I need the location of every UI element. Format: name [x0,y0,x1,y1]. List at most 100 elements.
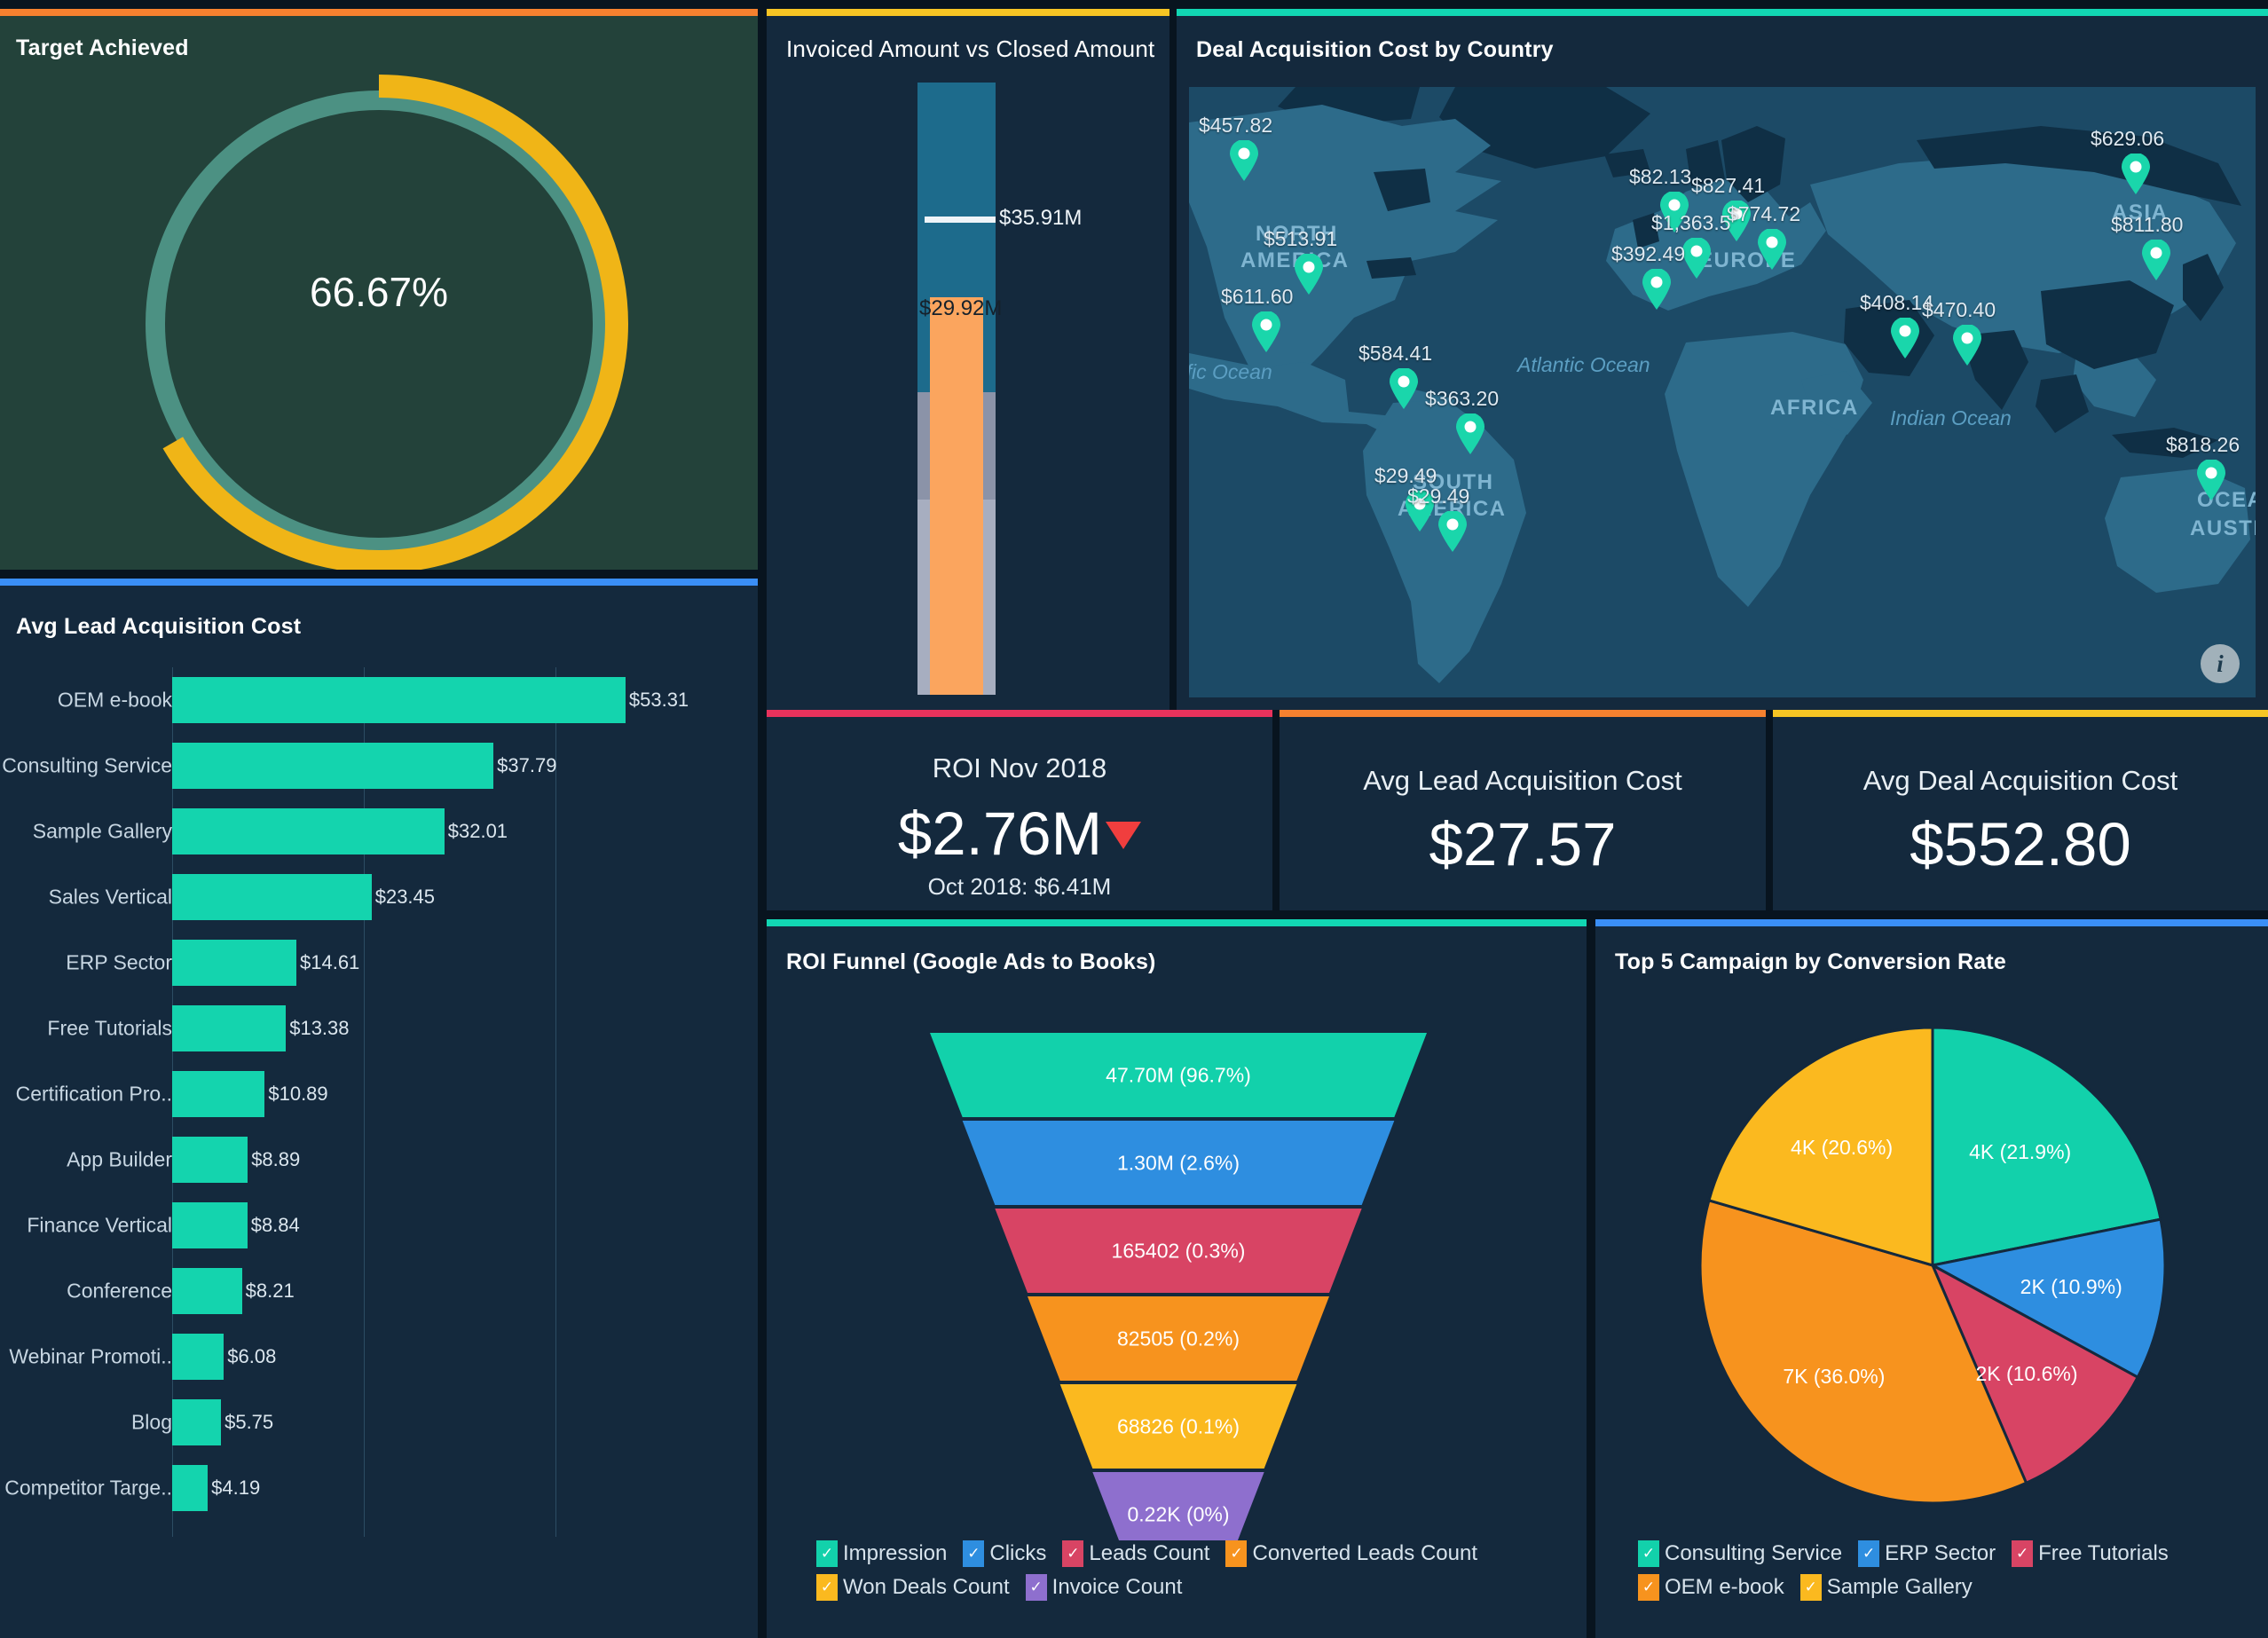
legend-label: OEM e-book [1665,1575,1784,1599]
gauge-progress-arc [130,75,628,573]
bar-rect[interactable] [172,1071,265,1117]
map-pin-icon[interactable] [1389,367,1419,409]
legend-checkbox[interactable]: ✓ [1799,1574,1822,1601]
pie-chart [1698,1026,2167,1505]
legend-item[interactable]: ✓ Invoice Count [1025,1574,1182,1601]
legend-item[interactable]: ✓ Free Tutorials [2012,1540,2169,1567]
pie-legend[interactable]: ✓ Consulting Service ✓ ERP Sector ✓ Free Tuto… [1638,1540,2259,1608]
gauge-value-label: 66.67% [309,269,448,315]
bar-category-label: Competitor Targe.. [4,1476,172,1500]
legend-checkbox[interactable]: ✓ [1025,1574,1047,1601]
kpi-value-adac: $552.80 [1910,810,2131,878]
bar-rect[interactable] [172,677,626,723]
bar-row[interactable]: Sales Vertical $23.45 [0,864,758,930]
bar-category-label: OEM e-book [57,688,172,712]
legend-label: Clicks [989,1541,1047,1565]
map-pin-icon[interactable] [1952,324,1982,366]
bar-value-label: $37.79 [497,754,557,776]
funnel-segment-label: 82505 (0.2%) [1117,1327,1240,1351]
panel-avg-lead-acq-cost-bar[interactable]: Avg Lead Acquisition Cost OEM e-book $53.… [0,579,758,1638]
legend-item[interactable]: ✓ Won Deals Count [816,1574,1010,1601]
bar-row[interactable]: Consulting Service $37.79 [0,733,758,799]
bar-rect[interactable] [172,808,445,854]
bar-row[interactable]: Sample Gallery $32.01 [0,799,758,864]
bar-rect[interactable] [172,1399,222,1445]
panel-deal-acq-cost-by-country[interactable]: Deal Acquisition Cost by Country Atlanti… [1177,9,2268,710]
legend-label: Consulting Service [1665,1541,1843,1565]
legend-item[interactable]: ✓ Consulting Service [1638,1540,1842,1567]
bar-row[interactable]: App Builder $8.89 [0,1127,758,1193]
map-pin-icon[interactable] [1642,268,1672,310]
legend-item[interactable]: ✓ Leads Count [1062,1540,1209,1567]
map-pin-icon[interactable] [1229,139,1259,181]
bar-row[interactable]: ERP Sector $14.61 [0,930,758,996]
legend-checkbox[interactable]: ✓ [1638,1574,1659,1601]
funnel-segment-label: 165402 (0.3%) [1112,1240,1246,1263]
map-pin-icon[interactable] [1455,413,1485,454]
map-pin-icon[interactable] [1681,237,1712,279]
bar-category-label: Finance Vertical [27,1213,172,1237]
legend-item[interactable]: ✓ Clicks [963,1540,1046,1567]
legend-item[interactable]: ✓ ERP Sector [1858,1540,1996,1567]
map-pin-icon[interactable] [1757,228,1787,270]
bar-category-label: Sample Gallery [32,819,172,843]
bar-row[interactable]: Finance Vertical $8.84 [0,1193,758,1258]
bar-rect[interactable] [172,940,296,986]
panel-roi-funnel[interactable]: ROI Funnel (Google Ads to Books) 47.70M … [767,919,1587,1638]
map-pin-icon[interactable] [1251,311,1281,352]
pie-slice-label: 2K (10.6%) [1975,1361,2078,1385]
legend-item[interactable]: ✓ Sample Gallery [1799,1574,1973,1601]
map-pin-icon[interactable] [2121,153,2151,194]
map-info-icon[interactable]: i [2201,644,2240,683]
kpi-card-roi[interactable]: ROI Nov 2018 $2.76M Oct 2018: $6.41M [767,710,1272,910]
panel-title-deal-acq-cost: Deal Acquisition Cost by Country [1196,37,1554,62]
legend-item[interactable]: ✓ OEM e-book [1638,1574,1784,1601]
bar-row[interactable]: Conference $8.21 [0,1258,758,1324]
legend-checkbox[interactable]: ✓ [1225,1540,1248,1567]
map-pin-icon[interactable] [2196,459,2226,500]
legend-checkbox[interactable]: ✓ [2012,1540,2034,1567]
bar-row[interactable]: OEM e-book $53.31 [0,667,758,733]
legend-item[interactable]: ✓ Impression [816,1540,947,1567]
panel-title-roi-funnel: ROI Funnel (Google Ads to Books) [786,949,1156,974]
bar-rect[interactable] [172,1334,224,1380]
kpi-card-avg-deal-acq-cost[interactable]: Avg Deal Acquisition Cost $552.80 [1773,710,2268,910]
panel-accent-bar [767,710,1272,717]
legend-checkbox[interactable]: ✓ [816,1574,838,1601]
funnel-legend[interactable]: ✓ Impression ✓ Clicks ✓ Leads Count ✓ Converted… [816,1540,1562,1608]
kpi-card-avg-lead-acq-cost[interactable]: Avg Lead Acquisition Cost $27.57 [1280,710,1766,910]
panel-invoiced-vs-closed[interactable]: Invoiced Amount vs Closed Amount $35.91M… [767,9,1169,710]
bar-rect[interactable] [172,1137,248,1183]
panel-target-achieved[interactable]: Target Achieved 66.67% [0,9,758,573]
map-marker-label: $818.26 [2166,433,2240,456]
panel-accent-bar [1773,710,2268,717]
legend-checkbox[interactable]: ✓ [1638,1540,1659,1567]
map-pin-icon[interactable] [2141,239,2171,280]
panel-top5-campaign-conversion[interactable]: Top 5 Campaign by Conversion Rate 4K (21… [1595,919,2268,1638]
legend-checkbox[interactable]: ✓ [1858,1540,1880,1567]
map-pin-icon[interactable] [1890,317,1920,358]
bar-rect[interactable] [172,743,494,789]
bar-category-label: Free Tutorials [47,1016,172,1040]
legend-checkbox[interactable]: ✓ [963,1540,985,1567]
bar-category-label: Webinar Promoti.. [9,1344,172,1368]
bar-category-label: Sales Vertical [48,885,172,909]
world-map[interactable]: Atlantic OceanIndian Oceancific OceanNOR… [1189,87,2256,697]
bullet-actual-label: $29.92M [919,296,1003,320]
legend-item[interactable]: ✓ Converted Leads Count [1225,1540,1477,1567]
bar-row[interactable]: Free Tutorials $13.38 [0,996,758,1061]
legend-checkbox[interactable]: ✓ [816,1540,838,1567]
bar-rect[interactable] [172,1465,209,1511]
bar-rect[interactable] [172,1202,248,1248]
bar-rect[interactable] [172,1005,287,1051]
legend-checkbox[interactable]: ✓ [1062,1540,1084,1567]
bar-row[interactable]: Competitor Targe.. $4.19 [0,1455,758,1521]
bar-row[interactable]: Webinar Promoti.. $6.08 [0,1324,758,1390]
bar-row[interactable]: Blog $5.75 [0,1390,758,1455]
panel-title-avg-lead-acq-cost: Avg Lead Acquisition Cost [16,614,302,639]
map-pin-icon[interactable] [1294,253,1324,295]
map-pin-icon[interactable] [1437,510,1468,552]
bar-rect[interactable] [172,1268,242,1314]
bar-row[interactable]: Certification Pro.. $10.89 [0,1061,758,1127]
bar-rect[interactable] [172,874,372,920]
